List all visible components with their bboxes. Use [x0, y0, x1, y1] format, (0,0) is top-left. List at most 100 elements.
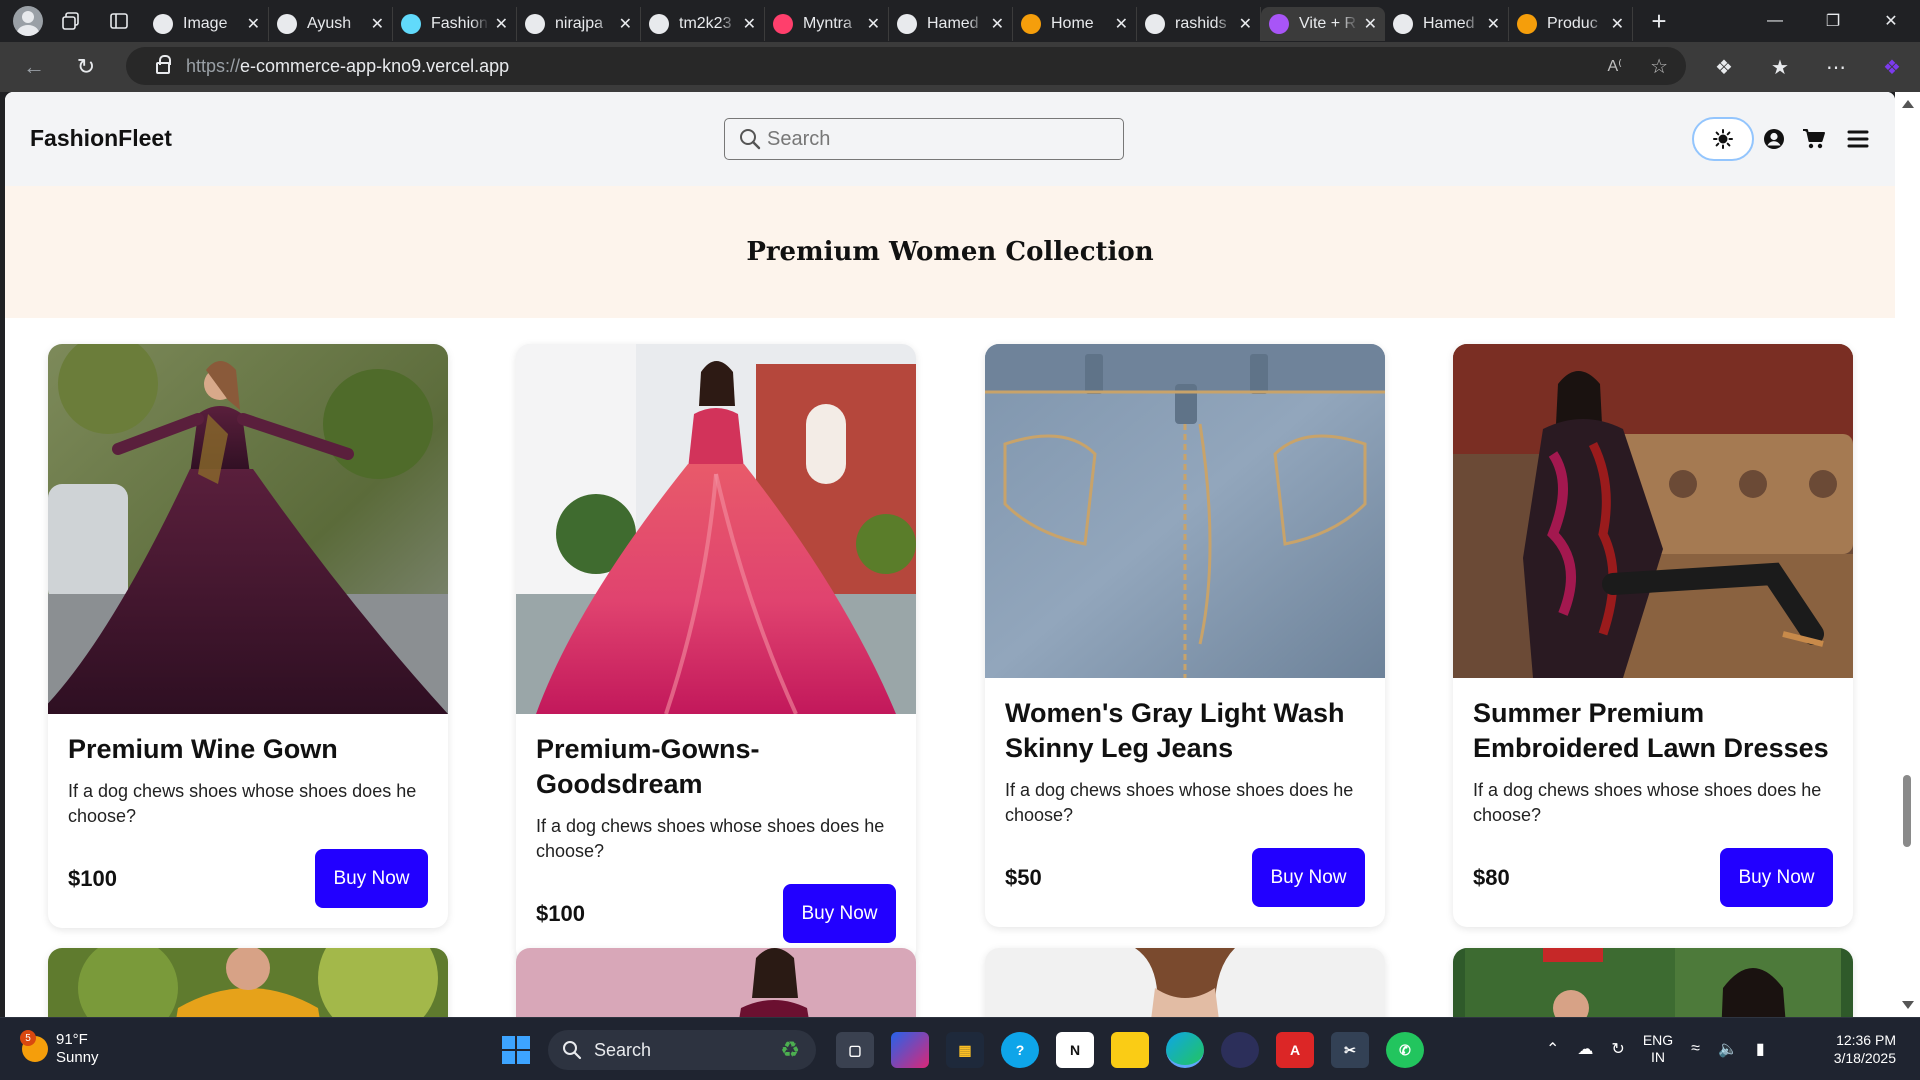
- scrollbar-thumb[interactable]: [1903, 775, 1911, 847]
- whatsapp-icon[interactable]: ✆: [1386, 1032, 1424, 1068]
- browser-tab[interactable]: Ayush ✕: [269, 7, 393, 41]
- close-tab-icon[interactable]: ✕: [495, 14, 508, 34]
- back-arrow-icon[interactable]: ←: [14, 49, 54, 85]
- vertical-tabs-icon[interactable]: [99, 5, 139, 37]
- minimize-icon[interactable]: —: [1746, 0, 1804, 42]
- edge-browser-icon[interactable]: [1166, 1032, 1204, 1068]
- eclipse-icon[interactable]: [1221, 1032, 1259, 1068]
- browser-tab[interactable]: Home ✕: [1013, 7, 1137, 41]
- product-image-wine-gown[interactable]: [48, 344, 448, 714]
- browser-tab[interactable]: nirajpa ✕: [517, 7, 641, 41]
- snipping-tool-icon[interactable]: ✂: [1331, 1032, 1369, 1068]
- onedrive-cloud-icon[interactable]: ☁: [1577, 1039, 1593, 1059]
- new-tab-button[interactable]: +: [1641, 3, 1677, 39]
- weather-widget[interactable]: 5 91°F Sunny: [20, 1030, 99, 1067]
- file-explorer-icon[interactable]: [1111, 1032, 1149, 1068]
- browser-tab[interactable]: Hamed ✕: [1385, 7, 1509, 41]
- product-image-green-collage[interactable]: [1453, 948, 1853, 1017]
- tab-title: Myntra: [803, 15, 852, 32]
- buy-now-button[interactable]: Buy Now: [1252, 848, 1365, 907]
- wifi-icon[interactable]: ≈: [1691, 1040, 1700, 1058]
- product-card[interactable]: Premium-Gowns-Goodsdream If a dog chews …: [516, 344, 916, 963]
- product-card[interactable]: [1453, 948, 1853, 1017]
- close-tab-icon[interactable]: ✕: [991, 14, 1004, 34]
- battery-icon[interactable]: ▮: [1756, 1039, 1765, 1059]
- close-window-icon[interactable]: ✕: [1862, 0, 1920, 42]
- theme-toggle-button[interactable]: [1692, 117, 1754, 161]
- close-tab-icon[interactable]: ✕: [619, 14, 632, 34]
- buy-now-button[interactable]: Buy Now: [315, 849, 428, 908]
- close-tab-icon[interactable]: ✕: [1239, 14, 1252, 34]
- browser-tab[interactable]: Image ✕: [145, 7, 269, 41]
- close-tab-icon[interactable]: ✕: [1115, 14, 1128, 34]
- buy-now-button[interactable]: Buy Now: [1720, 848, 1833, 907]
- buy-now-button[interactable]: Buy Now: [783, 884, 896, 943]
- close-tab-icon[interactable]: ✕: [867, 14, 880, 34]
- read-aloud-icon[interactable]: A⁽: [1607, 56, 1622, 76]
- browser-tab[interactable]: Myntra ✕: [765, 7, 889, 41]
- browser-tab[interactable]: Vite + R ✕: [1261, 7, 1385, 41]
- favorites-icon[interactable]: ★: [1752, 55, 1808, 80]
- browser-tab[interactable]: rashids ✕: [1137, 7, 1261, 41]
- task-view-icon[interactable]: ▢: [836, 1032, 874, 1068]
- close-tab-icon[interactable]: ✕: [1487, 14, 1500, 34]
- language-indicator[interactable]: ENG IN: [1643, 1032, 1673, 1066]
- product-card[interactable]: Premium Wine Gown If a dog chews shoes w…: [48, 344, 448, 928]
- refresh-icon[interactable]: ↻: [66, 49, 106, 85]
- product-image-maroon-dress[interactable]: [516, 948, 916, 1017]
- browser-tab[interactable]: Fashion ✕: [393, 7, 517, 41]
- product-image-jeans[interactable]: [985, 344, 1385, 678]
- scroll-down-icon[interactable]: [1902, 1001, 1914, 1009]
- product-price: $80: [1473, 864, 1510, 890]
- workspaces-icon[interactable]: [51, 5, 91, 37]
- page-scrollbar[interactable]: [1895, 92, 1920, 1017]
- product-card[interactable]: Women's Gray Light Wash Skinny Leg Jeans…: [985, 344, 1385, 927]
- restore-icon[interactable]: ❐: [1804, 0, 1862, 42]
- product-image-yellow-outfit[interactable]: [48, 948, 448, 1017]
- sync-icon[interactable]: ↻: [1611, 1039, 1624, 1059]
- volume-icon[interactable]: 🔈: [1718, 1039, 1738, 1059]
- taskbar-search[interactable]: Search ♻: [548, 1030, 816, 1070]
- profile-avatar[interactable]: [13, 6, 43, 36]
- shopping-cart-icon[interactable]: [1794, 117, 1834, 161]
- close-tab-icon[interactable]: ✕: [247, 14, 260, 34]
- product-card[interactable]: [516, 948, 916, 1017]
- notion-icon[interactable]: N: [1056, 1032, 1094, 1068]
- acrobat-icon[interactable]: A: [1276, 1032, 1314, 1068]
- browser-tab[interactable]: tm2k23 ✕: [641, 7, 765, 41]
- scroll-up-icon[interactable]: [1902, 100, 1914, 108]
- close-tab-icon[interactable]: ✕: [1364, 14, 1377, 34]
- product-image-pink-gown[interactable]: [516, 344, 916, 714]
- site-logo[interactable]: FashionFleet: [30, 125, 172, 152]
- myntra-icon: [773, 14, 793, 34]
- product-card[interactable]: Summer Premium Embroidered Lawn Dresses …: [1453, 344, 1853, 927]
- system-tray: ⌃ ☁ ↻ ENG IN ≈ 🔈 ▮: [1546, 1032, 1765, 1066]
- close-tab-icon[interactable]: ✕: [1611, 14, 1624, 34]
- tab-title: rashids: [1175, 15, 1227, 32]
- tab-title: Image: [183, 15, 228, 32]
- copilot-app-icon[interactable]: [891, 1032, 929, 1068]
- more-menu-icon[interactable]: ⋯: [1808, 55, 1864, 80]
- browser-tab[interactable]: Hamed ✕: [889, 7, 1013, 41]
- help-app-icon[interactable]: ?: [1001, 1032, 1039, 1068]
- copilot-icon[interactable]: ❖: [1864, 55, 1920, 80]
- user-account-icon[interactable]: [1754, 117, 1794, 161]
- product-card[interactable]: [48, 948, 448, 1017]
- browser-tab[interactable]: Produc ✕: [1509, 7, 1633, 41]
- address-bar[interactable]: https://e-commerce-app-kno9.vercel.app A…: [126, 47, 1686, 85]
- product-card[interactable]: [985, 948, 1385, 1017]
- system-clock[interactable]: 12:36 PM 3/18/2025: [1834, 1031, 1896, 1067]
- product-image-lawn-dress[interactable]: [1453, 344, 1853, 678]
- search-box[interactable]: [724, 118, 1124, 160]
- close-tab-icon[interactable]: ✕: [371, 14, 384, 34]
- close-tab-icon[interactable]: ✕: [743, 14, 756, 34]
- search-input[interactable]: [767, 127, 1097, 151]
- chevron-up-icon[interactable]: ⌃: [1546, 1039, 1559, 1059]
- windows-start-icon[interactable]: [502, 1036, 530, 1064]
- lock-icon[interactable]: [156, 55, 171, 74]
- hamburger-menu-icon[interactable]: [1838, 117, 1878, 161]
- favorite-star-icon[interactable]: ☆: [1650, 54, 1668, 79]
- store-icon[interactable]: ▦: [946, 1032, 984, 1068]
- product-image-back-view[interactable]: [985, 948, 1385, 1017]
- extensions-icon[interactable]: ❖: [1696, 55, 1752, 80]
